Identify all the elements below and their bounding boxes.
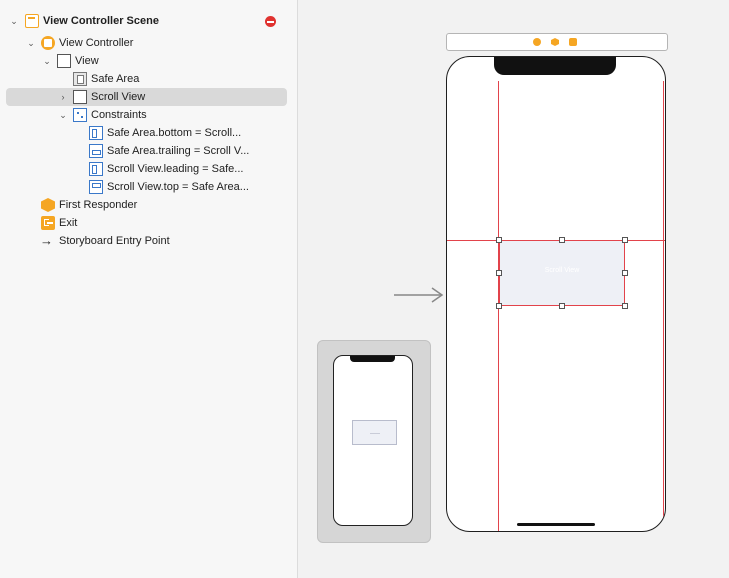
scene-dock[interactable] — [446, 33, 668, 51]
outline-row-constraints[interactable]: ⌄ Constraints — [0, 106, 297, 124]
device-frame[interactable]: Scroll View — [446, 56, 666, 532]
constraint-line — [663, 81, 664, 531]
outline-label: First Responder — [59, 199, 138, 211]
resize-handle[interactable] — [496, 303, 502, 309]
exit-icon[interactable] — [569, 38, 577, 46]
outline-label: Scroll View — [91, 91, 146, 103]
scroll-view-label: Scroll View — [544, 267, 580, 274]
view-controller-icon — [41, 36, 55, 50]
view-icon — [57, 54, 71, 68]
scene-title: View Controller Scene — [43, 15, 159, 27]
constraint-icon — [89, 162, 103, 176]
resize-handle[interactable] — [496, 270, 502, 276]
outline-row-constraint[interactable]: Scroll View.top = Safe Area... — [0, 178, 297, 196]
outline-row-constraint[interactable]: Safe Area.bottom = Scroll... — [0, 124, 297, 142]
resize-handle[interactable] — [622, 237, 628, 243]
chevron-right-icon[interactable]: › — [58, 88, 68, 106]
outline-label: Scroll View.leading = Safe... — [107, 163, 244, 175]
document-outline: ⌄ View Controller Scene ⌄ View Controlle… — [0, 0, 298, 578]
outline-label: View Controller — [59, 37, 134, 49]
preview-panel[interactable] — [317, 340, 431, 543]
outline-label: Constraints — [91, 109, 147, 121]
outline-label: Exit — [59, 217, 78, 229]
outline-row-constraint[interactable]: Scroll View.leading = Safe... — [0, 160, 297, 178]
resize-handle[interactable] — [622, 303, 628, 309]
constraint-icon — [89, 144, 103, 158]
device-notch — [350, 356, 395, 362]
outline-row-safe-area[interactable]: Safe Area — [0, 70, 297, 88]
error-icon[interactable] — [265, 16, 276, 27]
constraints-icon — [73, 108, 87, 122]
outline-row-view-controller[interactable]: ⌄ View Controller — [0, 34, 297, 52]
device-notch — [494, 57, 616, 75]
outline-row-exit[interactable]: Exit — [0, 214, 297, 232]
outline-label: Safe Area.bottom = Scroll... — [107, 127, 242, 139]
exit-icon — [41, 216, 55, 230]
entry-point-arrow-icon[interactable] — [394, 285, 444, 305]
storyboard-canvas[interactable]: Scroll View — [298, 0, 729, 578]
constraint-icon — [89, 126, 103, 140]
outline-label: View — [75, 55, 99, 67]
outline-row-constraint[interactable]: Safe Area.trailing = Scroll V... — [0, 142, 297, 160]
first-responder-icon — [41, 198, 55, 212]
outline-label: Scroll View.top = Safe Area... — [107, 181, 249, 193]
resize-handle[interactable] — [622, 270, 628, 276]
outline-label: Safe Area.trailing = Scroll V... — [107, 145, 250, 157]
first-responder-icon[interactable] — [551, 38, 559, 46]
outline-row-view[interactable]: ⌄ View — [0, 52, 297, 70]
resize-handle[interactable] — [496, 237, 502, 243]
chevron-down-icon[interactable]: ⌄ — [9, 12, 19, 30]
chevron-down-icon[interactable]: ⌄ — [58, 106, 68, 124]
outline-label: Safe Area — [91, 73, 140, 85]
chevron-down-icon[interactable]: ⌄ — [26, 34, 36, 52]
preview-scroll-view — [352, 420, 397, 445]
outline-row-scene[interactable]: ⌄ View Controller Scene — [0, 12, 297, 30]
scene-icon — [25, 14, 39, 28]
safe-area-icon — [73, 72, 87, 86]
outline-label: Storyboard Entry Point — [59, 235, 170, 247]
chevron-down-icon[interactable]: ⌄ — [42, 52, 52, 70]
outline-row-first-responder[interactable]: First Responder — [0, 196, 297, 214]
resize-handle[interactable] — [559, 237, 565, 243]
scroll-view[interactable]: Scroll View — [499, 240, 625, 306]
outline-row-scroll-view[interactable]: › Scroll View — [6, 88, 287, 106]
constraint-icon — [89, 180, 103, 194]
view-controller-icon[interactable] — [533, 38, 541, 46]
resize-handle[interactable] — [559, 303, 565, 309]
scroll-view-icon — [73, 90, 87, 104]
preview-device — [333, 355, 413, 526]
outline-row-entry-point[interactable]: → Storyboard Entry Point — [0, 232, 297, 250]
home-indicator — [517, 523, 595, 526]
entry-point-arrow-icon: → — [40, 233, 53, 248]
